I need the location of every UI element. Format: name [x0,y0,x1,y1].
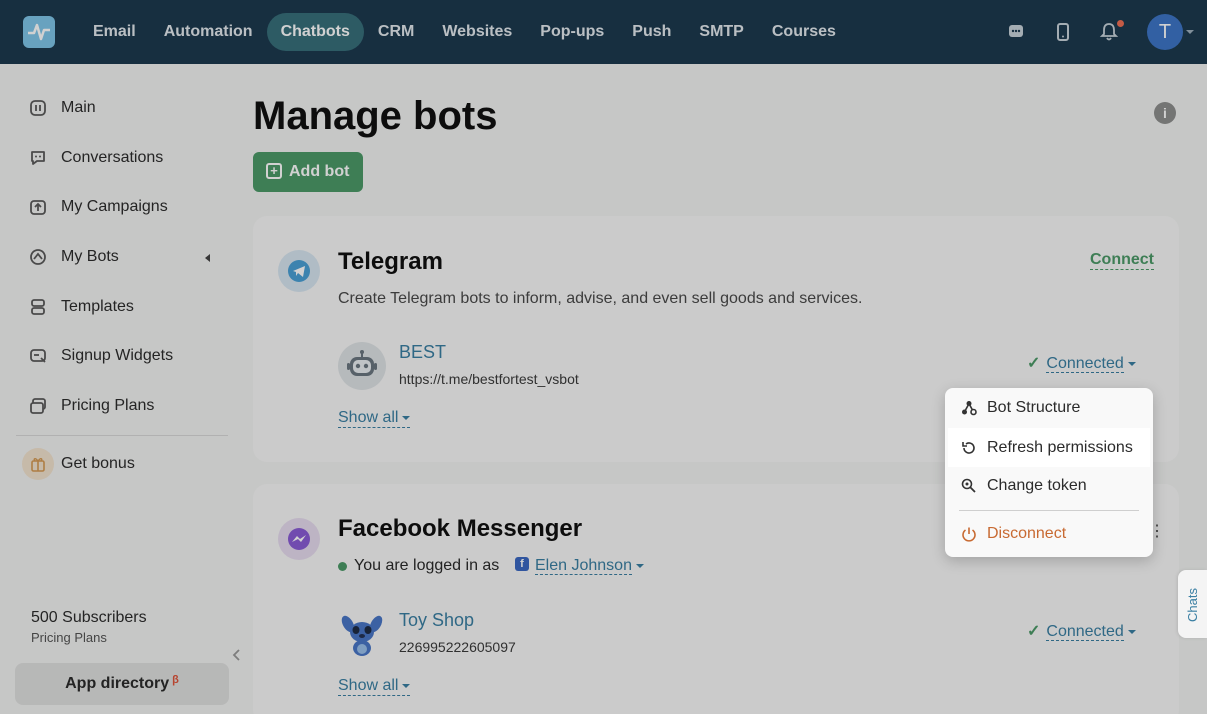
modal-dim-overlay[interactable] [0,0,1207,714]
menu-item-label: Change token [987,477,1087,494]
chats-tab-label: Chats [1185,588,1200,622]
power-icon [961,526,977,542]
menu-item-bot-structure[interactable]: Bot Structure [945,390,1153,426]
refresh-icon [961,440,977,456]
menu-item-label: Disconnect [987,525,1067,542]
menu-divider [959,510,1139,511]
menu-item-change-token[interactable]: Change token [945,468,1153,504]
menu-item-disconnect[interactable]: Disconnect [945,516,1153,552]
menu-item-label: Bot Structure [987,399,1081,416]
bot-structure-icon [961,400,977,416]
menu-item-label: Refresh permissions [987,438,1133,456]
chats-side-tab[interactable]: Chats [1178,570,1207,638]
bot-actions-menu: Bot Structure Refresh permissions Change… [945,388,1153,557]
menu-item-refresh-permissions[interactable]: Refresh permissions [948,428,1150,467]
key-search-icon [961,478,977,494]
